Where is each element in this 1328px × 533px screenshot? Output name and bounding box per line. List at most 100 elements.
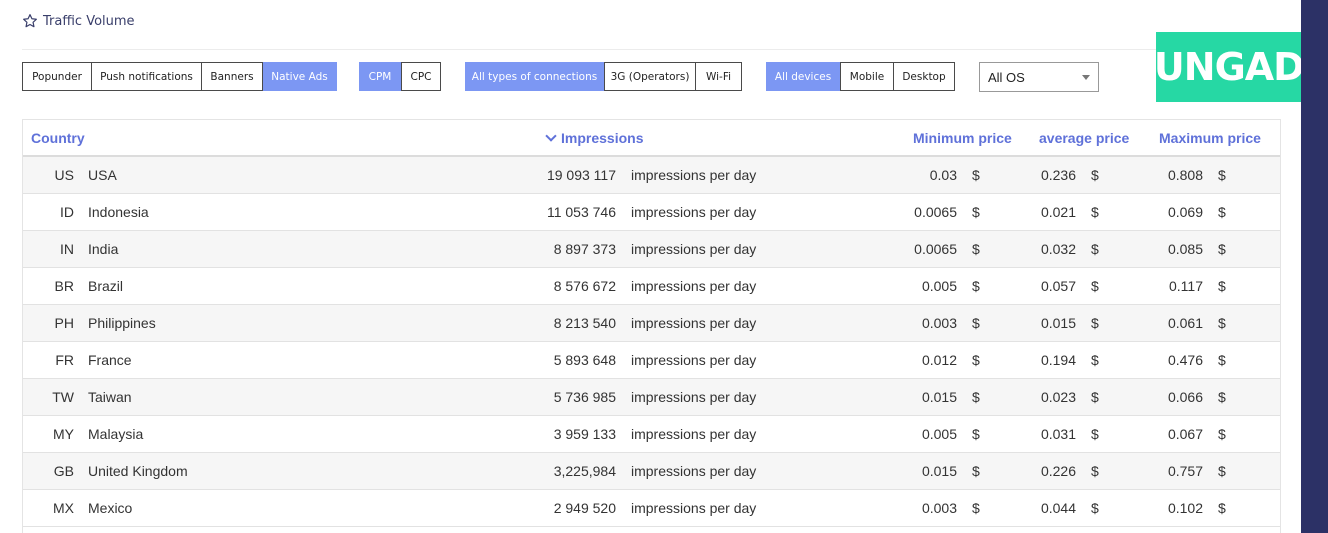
country-name: Philippines — [88, 315, 156, 331]
star-icon[interactable] — [22, 13, 38, 29]
filter-popunder-button[interactable]: Popunder — [22, 62, 92, 91]
impressions-value: 11 053 746 — [546, 204, 616, 220]
currency-symbol: $ — [1218, 278, 1226, 294]
impressions-value: 5 736 985 — [553, 389, 616, 405]
country-code: FR — [55, 352, 74, 368]
country-name: Malaysia — [88, 426, 144, 442]
impressions-value: 2 949 520 — [553, 500, 616, 516]
impressions-value: 8 213 540 — [553, 315, 616, 331]
max-price-value: 0.066 — [1167, 389, 1203, 405]
table-row: MY Malaysia 3 959 133 impressions per da… — [23, 416, 1280, 453]
filter-native-ads-button[interactable]: Native Ads — [263, 62, 337, 91]
impressions-unit: impressions per day — [631, 463, 757, 479]
country-name: Indonesia — [88, 204, 149, 220]
currency-symbol: $ — [1091, 241, 1099, 257]
impressions-unit: impressions per day — [631, 204, 757, 220]
min-price-value: 0.03 — [929, 167, 957, 183]
currency-symbol: $ — [1091, 389, 1099, 405]
max-price-value: 0.117 — [1169, 278, 1203, 294]
country-name: United Kingdom — [88, 463, 188, 479]
currency-symbol: $ — [1218, 241, 1226, 257]
country-column-header[interactable]: Country — [31, 130, 85, 146]
country-code: BR — [54, 278, 74, 294]
filter-all-connections-button[interactable]: All types of connections — [465, 62, 604, 91]
currency-symbol: $ — [1218, 315, 1226, 331]
impressions-unit: impressions per day — [631, 278, 757, 294]
traffic-table: Country Impressions Minimum price averag… — [22, 119, 1281, 533]
ad-format-filter: Popunder Push notifications Banners Nati… — [22, 62, 337, 91]
table-row: FR France 5 893 648 impressions per day … — [23, 342, 1280, 379]
avg-price-value: 0.023 — [1040, 389, 1076, 405]
filter-desktop-button[interactable]: Desktop — [894, 62, 955, 91]
filter-3g-button[interactable]: 3G (Operators) — [604, 62, 696, 91]
country-code: MX — [53, 500, 74, 516]
min-price-value: 0.0065 — [914, 204, 957, 220]
currency-symbol: $ — [1091, 426, 1099, 442]
avg-price-value: 0.194 — [1040, 352, 1076, 368]
chevron-down-icon — [1082, 74, 1090, 80]
max-price-value: 0.061 — [1167, 315, 1203, 331]
impressions-column-header[interactable]: Impressions — [545, 130, 643, 146]
currency-symbol: $ — [972, 278, 980, 294]
impressions-value: 5 893 648 — [553, 352, 616, 368]
impressions-value: 3,225,984 — [553, 463, 616, 479]
filter-push-notifications-button[interactable]: Push notifications — [92, 62, 202, 91]
avg-price-value: 0.226 — [1040, 463, 1076, 479]
country-code: TW — [52, 389, 74, 405]
filter-all-devices-button[interactable]: All devices — [766, 62, 840, 91]
impressions-value: 3 959 133 — [553, 426, 616, 442]
filter-cpm-button[interactable]: CPM — [359, 62, 401, 91]
impressions-unit: impressions per day — [631, 426, 757, 442]
pricing-model-filter: CPM CPC — [359, 62, 441, 91]
country-code: US — [54, 167, 74, 183]
max-price-value: 0.085 — [1167, 241, 1203, 257]
max-price-column-header[interactable]: Maximum price — [1159, 130, 1261, 146]
max-price-value: 0.476 — [1167, 352, 1203, 368]
currency-symbol: $ — [1091, 315, 1099, 331]
country-code: MY — [53, 426, 74, 442]
min-price-value: 0.0065 — [914, 241, 957, 257]
country-name: India — [88, 241, 119, 257]
table-body: US USA 19 093 117 impressions per day 0.… — [23, 157, 1280, 527]
currency-symbol: $ — [972, 352, 980, 368]
currency-symbol: $ — [1091, 352, 1099, 368]
min-price-value: 0.003 — [921, 500, 957, 516]
table-row: BR Brazil 8 576 672 impressions per day … — [23, 268, 1280, 305]
min-price-column-header[interactable]: Minimum price — [913, 130, 1012, 146]
os-select[interactable]: All OS — [979, 62, 1099, 92]
currency-symbol: $ — [1091, 167, 1099, 183]
impressions-unit: impressions per day — [631, 352, 757, 368]
min-price-value: 0.005 — [921, 278, 957, 294]
table-row: PH Philippines 8 213 540 impressions per… — [23, 305, 1280, 342]
right-sidebar — [1301, 0, 1328, 533]
table-row: MX Mexico 2 949 520 impressions per day … — [23, 490, 1280, 527]
currency-symbol: $ — [1091, 204, 1099, 220]
currency-symbol: $ — [1218, 204, 1226, 220]
currency-symbol: $ — [972, 500, 980, 516]
currency-symbol: $ — [972, 315, 980, 331]
device-filter: All devices Mobile Desktop — [766, 62, 955, 91]
table-header: Country Impressions Minimum price averag… — [23, 120, 1280, 157]
currency-symbol: $ — [1218, 463, 1226, 479]
filter-mobile-button[interactable]: Mobile — [840, 62, 894, 91]
country-name: USA — [88, 167, 117, 183]
min-price-value: 0.012 — [921, 352, 957, 368]
min-price-value: 0.003 — [921, 315, 957, 331]
filter-wifi-button[interactable]: Wi-Fi — [696, 62, 742, 91]
max-price-value: 0.102 — [1167, 500, 1203, 516]
avg-price-value: 0.031 — [1040, 426, 1076, 442]
impressions-unit: impressions per day — [631, 389, 757, 405]
currency-symbol: $ — [972, 463, 980, 479]
table-row: ID Indonesia 11 053 746 impressions per … — [23, 194, 1280, 231]
max-price-value: 0.808 — [1167, 167, 1203, 183]
impressions-value: 19 093 117 — [546, 167, 616, 183]
min-price-value: 0.015 — [921, 463, 957, 479]
header-divider — [22, 49, 1158, 50]
filter-banners-button[interactable]: Banners — [202, 62, 263, 91]
country-name: Brazil — [88, 278, 124, 294]
country-code: PH — [54, 315, 74, 331]
currency-symbol: $ — [972, 389, 980, 405]
filter-cpc-button[interactable]: CPC — [401, 62, 441, 91]
avg-price-column-header[interactable]: average price — [1039, 130, 1129, 146]
connection-filter: All types of connections 3G (Operators) … — [465, 62, 742, 91]
